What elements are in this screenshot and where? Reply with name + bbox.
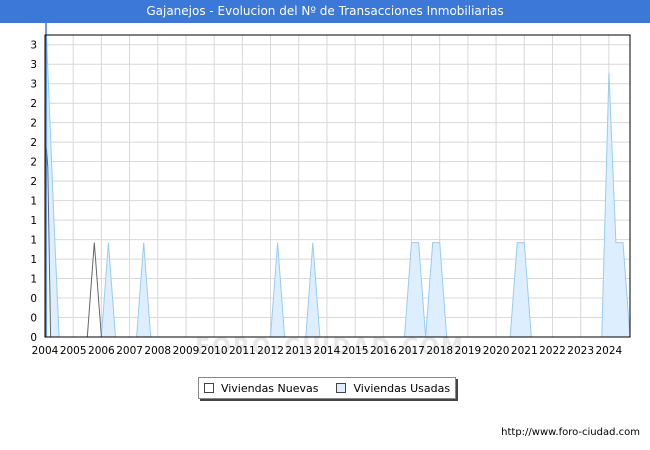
x-axis-ticks: 2004 2005 2006 2007 2008 2009 2010 2011 2012 2013… [32, 345, 623, 357]
x-tick-label: 2015 [342, 345, 369, 357]
legend-label-usadas: Viviendas Usadas [353, 381, 451, 395]
series-layer [44, 23, 631, 338]
x-tick-label: 2024 [595, 345, 622, 357]
legend-item-nuevas: Viviendas Nuevas [203, 381, 319, 395]
x-tick-label: 2008 [144, 345, 171, 357]
y-tick-label: 1 [30, 274, 37, 286]
plot-border [44, 34, 631, 338]
x-tick-label: 2020 [483, 345, 510, 357]
y-tick-label: 2 [30, 157, 37, 169]
y-tick-label: 1 [30, 215, 37, 227]
x-tick-label: 2007 [116, 345, 143, 357]
x-tick-label: 2021 [511, 345, 538, 357]
series-area-usadas [44, 34, 631, 338]
y-tick-label: 2 [30, 137, 37, 149]
y-tick-label: 0 [30, 293, 37, 305]
x-tick-label: 2006 [88, 345, 115, 357]
x-tick-label: 2011 [229, 345, 256, 357]
x-tick-label: 2004 [32, 345, 59, 357]
x-tick-label: 2023 [567, 345, 594, 357]
y-tick-label: 2 [30, 118, 37, 130]
y-tick-label: 1 [30, 196, 37, 208]
y-tick-label: 1 [30, 235, 37, 247]
legend: Viviendas Nuevas Viviendas Usadas [198, 377, 456, 399]
y-tick-label: 3 [30, 59, 37, 71]
y-tick-label: 1 [30, 254, 37, 266]
x-tick-label: 2012 [257, 345, 284, 357]
legend-swatch-nuevas [203, 383, 214, 393]
y-tick-label: 3 [30, 79, 37, 91]
x-tick-label: 2005 [60, 345, 87, 357]
legend-swatch-usadas [336, 383, 347, 393]
y-tick-label: 2 [30, 98, 37, 110]
x-tick-label: 2017 [398, 345, 425, 357]
y-tick-label: 0 [30, 332, 37, 344]
y-tick-label: 0 [30, 313, 37, 325]
x-tick-label: 2019 [455, 345, 482, 357]
grid [44, 35, 630, 337]
y-tick-label: 2 [30, 176, 37, 188]
legend-item-usadas: Viviendas Usadas [336, 382, 450, 395]
x-tick-label: 2014 [314, 345, 341, 357]
legend-label-nuevas: Viviendas Nuevas [220, 381, 319, 395]
x-tick-label: 2018 [426, 345, 453, 357]
x-tick-label: 2016 [370, 345, 397, 357]
source-link[interactable]: http://www.foro-ciudad.com [501, 427, 640, 438]
x-tick-label: 2013 [285, 345, 312, 357]
x-tick-label: 2009 [173, 345, 200, 357]
y-axis-ticks: 0 0 0 1 1 1 1 1 2 2 2 2 2 3 3 3 [30, 40, 37, 344]
x-tick-label: 2010 [201, 345, 228, 357]
y-tick-label: 3 [30, 40, 37, 52]
x-tick-label: 2022 [539, 345, 566, 357]
